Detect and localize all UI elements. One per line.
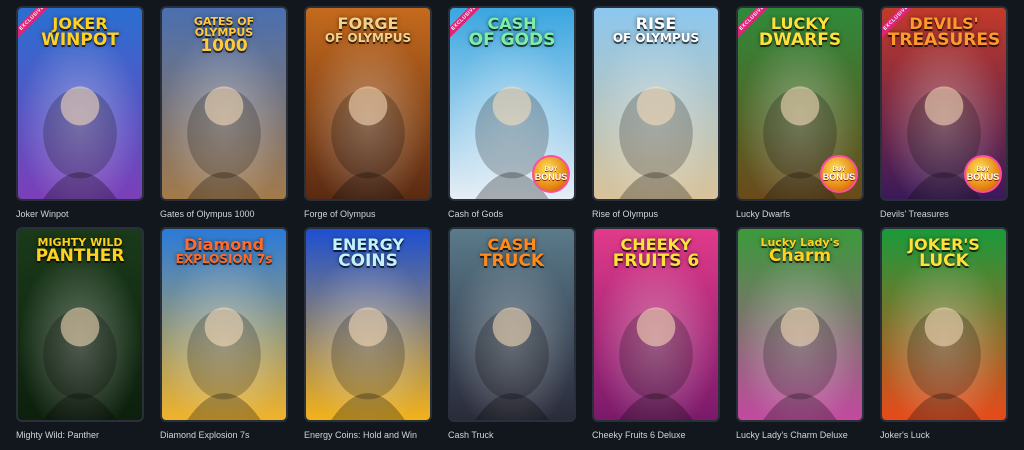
game-title[interactable]: Rise of Olympus — [592, 209, 720, 223]
game-title[interactable]: Energy Coins: Hold and Win — [304, 430, 432, 444]
game-title[interactable]: Devils' Treasures — [880, 209, 1008, 223]
game-logo-line-1: GATES OF OLYMPUS — [193, 15, 255, 39]
game-logo: DEVILS' TREASURES — [882, 16, 1006, 49]
game-logo-line-2: EXPLOSION 7s — [175, 252, 273, 266]
game-logo: CHEEKY FRUITS 6 — [594, 237, 718, 270]
game-thumbnail[interactable]: CHEEKY FRUITS 6 — [592, 227, 720, 422]
game-thumbnail[interactable]: GATES OF OLYMPUS 1000 — [160, 6, 288, 201]
game-thumbnail[interactable]: JOKER'S LUCK — [880, 227, 1008, 422]
game-logo-line-2: FRUITS 6 — [612, 251, 700, 271]
game-tile-lucky-dwarfs[interactable]: LUCKY DWARFS EXCLUSIVE BUY BONUS Lucky Dwarfs — [736, 6, 864, 223]
buy-bonus-badge-bottom: BONUS — [534, 171, 568, 182]
game-logo: JOKER'S LUCK — [882, 237, 1006, 270]
buy-bonus-badge: BUY BONUS — [532, 155, 570, 193]
game-logo-line-2: PANTHER — [35, 246, 125, 266]
game-logo-line-2: TREASURES — [887, 30, 1001, 50]
game-tile-diamond-explosion-7s[interactable]: Diamond EXPLOSION 7s Diamond Explosion 7s — [160, 227, 288, 444]
game-tile-cash-of-gods[interactable]: CASH OF GODS EXCLUSIVE BUY BONUS Cash of Gods — [448, 6, 576, 223]
game-logo: CASH OF GODS — [450, 16, 574, 49]
buy-bonus-badge: BUY BONUS — [820, 155, 858, 193]
game-thumbnail[interactable]: JOKER WINPOT EXCLUSIVE — [16, 6, 144, 201]
game-logo-line-1: FORGE — [337, 14, 399, 33]
buy-bonus-badge-bottom: BONUS — [822, 171, 856, 182]
game-logo-line-2: OF GODS — [468, 30, 556, 50]
game-thumbnail[interactable]: MIGHTY WILD PANTHER — [16, 227, 144, 422]
game-title[interactable]: Cash Truck — [448, 430, 576, 444]
game-logo-line-2: TRUCK — [479, 251, 545, 271]
game-logo-line-1: Diamond — [183, 235, 265, 254]
game-tile-mighty-wild-panther[interactable]: MIGHTY WILD PANTHER Mighty Wild: Panther — [16, 227, 144, 444]
game-logo: ENERGY COINS — [306, 237, 430, 270]
game-title[interactable]: Lucky Lady's Charm Deluxe — [736, 430, 864, 444]
game-logo-line-2: LUCK — [919, 251, 969, 271]
game-thumbnail[interactable]: DEVILS' TREASURES EXCLUSIVE BUY BONUS — [880, 6, 1008, 201]
game-logo-line-2: OF OLYMPUS — [612, 31, 700, 45]
game-logo: FORGE OF OLYMPUS — [306, 14, 430, 45]
game-thumbnail[interactable]: FORGE OF OLYMPUS — [304, 6, 432, 201]
game-title[interactable]: Mighty Wild: Panther — [16, 430, 144, 444]
game-logo-line-2: WINPOT — [41, 30, 119, 50]
game-logo-line-1: RISE — [635, 14, 677, 33]
game-logo-line-2: 1000 — [200, 36, 248, 56]
game-logo-line-2: Charm — [768, 246, 832, 266]
game-tile-cheeky-fruits-6-deluxe[interactable]: CHEEKY FRUITS 6 Cheeky Fruits 6 Deluxe — [592, 227, 720, 444]
game-title[interactable]: Joker's Luck — [880, 430, 1008, 444]
game-title[interactable]: Gates of Olympus 1000 — [160, 209, 288, 223]
game-title[interactable]: Lucky Dwarfs — [736, 209, 864, 223]
game-thumbnail[interactable]: RISE OF OLYMPUS — [592, 6, 720, 201]
game-logo: JOKER WINPOT — [18, 16, 142, 49]
game-tile-energy-coins-hold-and-win[interactable]: ENERGY COINS Energy Coins: Hold and Win — [304, 227, 432, 444]
game-tile-forge-of-olympus[interactable]: FORGE OF OLYMPUS Forge of Olympus — [304, 6, 432, 223]
game-logo: RISE OF OLYMPUS — [594, 14, 718, 45]
game-tile-joker-winpot[interactable]: JOKER WINPOT EXCLUSIVE Joker Winpot — [16, 6, 144, 223]
buy-bonus-badge-bottom: BONUS — [966, 171, 1000, 182]
game-logo: Diamond EXPLOSION 7s — [162, 235, 286, 266]
game-thumbnail[interactable]: ENERGY COINS — [304, 227, 432, 422]
game-logo: LUCKY DWARFS — [738, 16, 862, 49]
game-tile-gates-of-olympus-1000[interactable]: GATES OF OLYMPUS 1000 Gates of Olympus 100… — [160, 6, 288, 223]
game-tile-rise-of-olympus[interactable]: RISE OF OLYMPUS Rise of Olympus — [592, 6, 720, 223]
game-thumbnail[interactable]: Lucky Lady's Charm — [736, 227, 864, 422]
game-tile-cash-truck[interactable]: CASH TRUCK Cash Truck — [448, 227, 576, 444]
game-logo: MIGHTY WILD PANTHER — [18, 237, 142, 265]
game-title[interactable]: Diamond Explosion 7s — [160, 430, 288, 444]
game-title[interactable]: Joker Winpot — [16, 209, 144, 223]
game-thumbnail[interactable]: Diamond EXPLOSION 7s — [160, 227, 288, 422]
game-title[interactable]: Cash of Gods — [448, 209, 576, 223]
game-title[interactable]: Cheeky Fruits 6 Deluxe — [592, 430, 720, 444]
buy-bonus-badge: BUY BONUS — [964, 155, 1002, 193]
game-thumbnail[interactable]: CASH TRUCK — [448, 227, 576, 422]
game-tile-joker-s-luck[interactable]: JOKER'S LUCK Joker's Luck — [880, 227, 1008, 444]
game-tile-lucky-lady-s-charm-deluxe[interactable]: Lucky Lady's Charm Lucky Lady's Charm Delu… — [736, 227, 864, 444]
game-logo: CASH TRUCK — [450, 237, 574, 270]
game-logo-line-2: DWARFS — [758, 30, 842, 50]
game-thumbnail[interactable]: CASH OF GODS EXCLUSIVE BUY BONUS — [448, 6, 576, 201]
game-grid: JOKER WINPOT EXCLUSIVE Joker Winpot GATES OF… — [16, 6, 1008, 444]
game-tile-devils-treasures[interactable]: DEVILS' TREASURES EXCLUSIVE BUY BONUS Devils'… — [880, 6, 1008, 223]
game-logo: Lucky Lady's Charm — [738, 237, 862, 265]
game-logo-line-2: OF OLYMPUS — [324, 31, 412, 45]
game-thumbnail[interactable]: LUCKY DWARFS EXCLUSIVE BUY BONUS — [736, 6, 864, 201]
game-logo: GATES OF OLYMPUS 1000 — [162, 16, 286, 55]
game-title[interactable]: Forge of Olympus — [304, 209, 432, 223]
game-logo-line-2: COINS — [338, 251, 398, 271]
